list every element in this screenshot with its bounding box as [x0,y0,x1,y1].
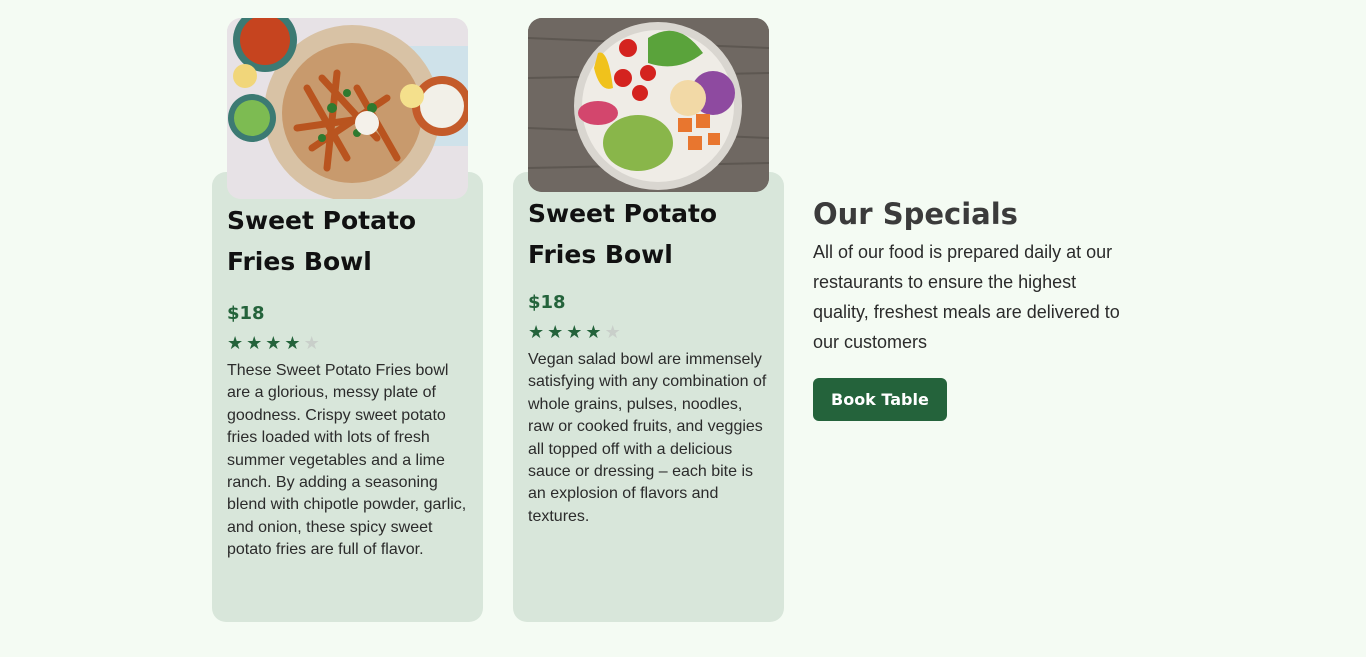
star-filled-icon: ★ [547,322,567,342]
specials-description: All of our food is prepared daily at our… [813,242,1120,352]
star-filled-icon: ★ [585,322,605,342]
star-filled-icon: ★ [265,333,285,353]
star-filled-icon: ★ [227,333,247,353]
book-table-button[interactable]: Book Table [813,378,947,421]
star-filled-icon: ★ [246,333,266,353]
dish-title: Sweet Potato Fries Bowl [528,199,718,269]
dish-description: These Sweet Potato Fries bowl are a glor… [227,362,467,559]
page: Sweet Potato Fries Bowl $18 ★★★★★ These … [0,0,1366,657]
dish-image [528,18,769,192]
star-filled-icon: ★ [528,322,548,342]
dish-description: Vegan salad bowl are immensely satisfyin… [528,351,767,525]
dish-card-body: Sweet Potato Fries Bowl $18 ★★★★★ These … [227,200,467,562]
dish-title: Sweet Potato Fries Bowl [227,206,417,276]
dish-price: $18 [227,303,265,324]
specials-section: Our Specials All of our food is prepared… [813,195,1143,421]
rating-stars: ★★★★★ [528,321,768,343]
star-empty-icon: ★ [303,333,323,353]
specials-title: Our Specials [813,197,1018,231]
dish-image [227,18,468,199]
star-empty-icon: ★ [604,322,624,342]
star-filled-icon: ★ [566,322,586,342]
dish-card-body: Sweet Potato Fries Bowl $18 ★★★★★ Vegan … [528,193,768,528]
dish-price: $18 [528,292,566,313]
rating-stars: ★★★★★ [227,332,467,354]
star-filled-icon: ★ [284,333,304,353]
